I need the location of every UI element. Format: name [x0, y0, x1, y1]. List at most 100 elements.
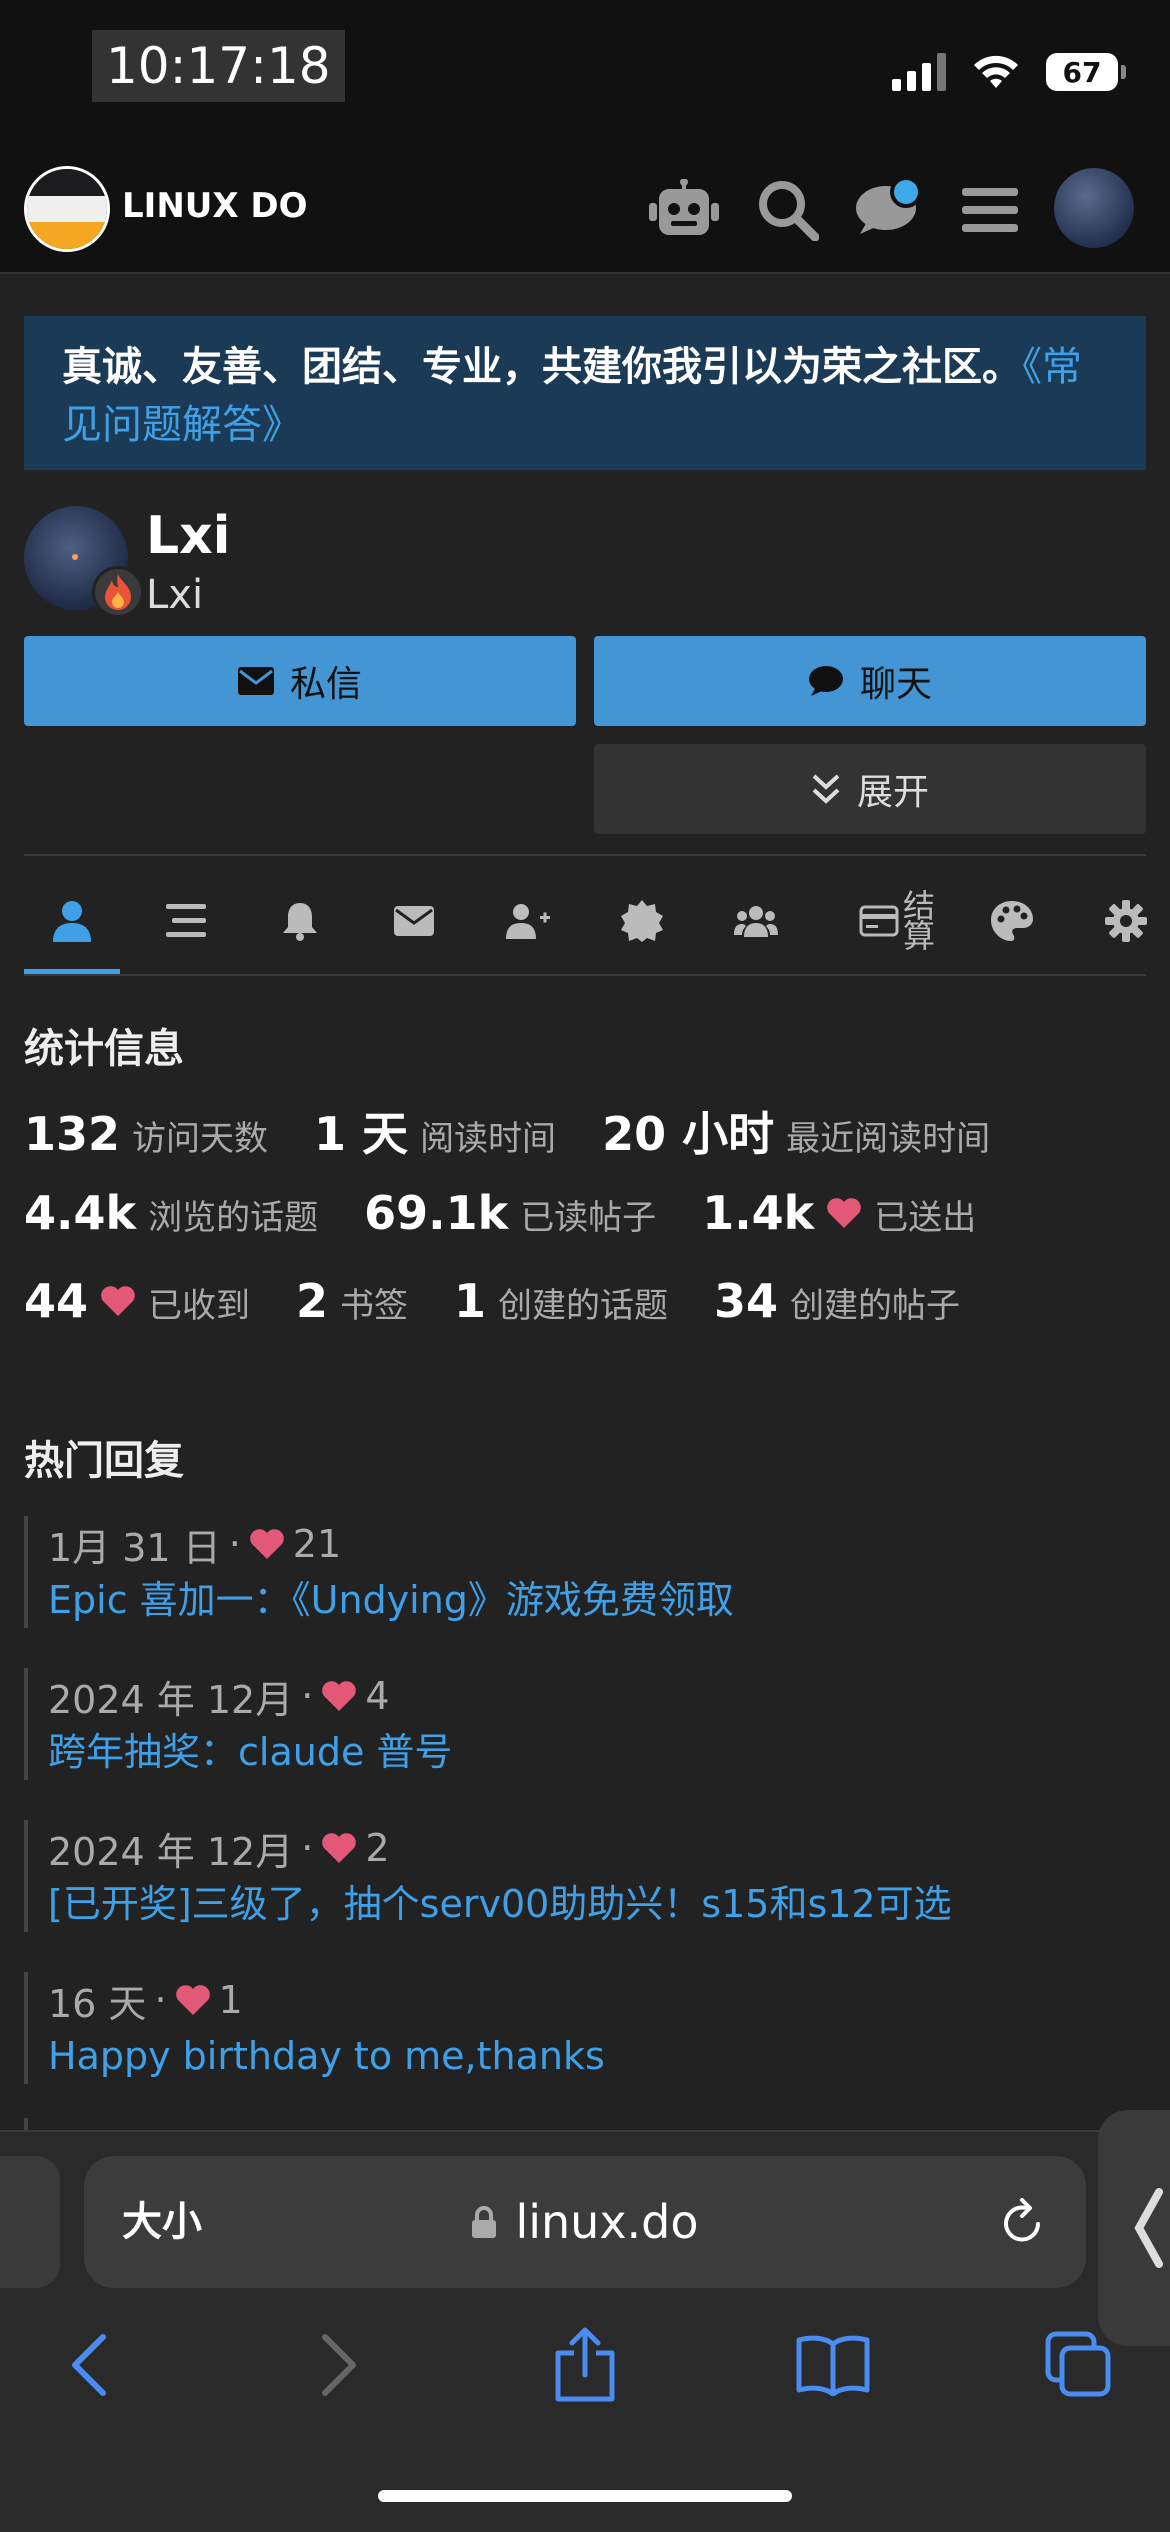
stat-label: 已收到: [148, 1286, 251, 1326]
book-icon: [796, 2335, 870, 2396]
current-user-avatar[interactable]: [1054, 168, 1134, 248]
share-button[interactable]: [540, 2320, 630, 2410]
tab-groups[interactable]: [708, 868, 804, 974]
top-replies-title: 热门回复: [24, 1438, 184, 1484]
reply-meta: 1月 31 日 · 21: [48, 1516, 1146, 1572]
gear-icon: [1105, 900, 1147, 942]
reply-date: 1月 31 日: [48, 1525, 221, 1570]
home-indicator: [378, 2490, 792, 2502]
heart-icon: [322, 1681, 357, 1711]
reply-title-link[interactable]: 跨年抽奖：claude 普号: [48, 1724, 1146, 1780]
url-display[interactable]: linux.do: [84, 2156, 1086, 2288]
heart-icon: [322, 1833, 357, 1863]
reply-title-link[interactable]: Epic 喜加一：《Undying》游戏免费领取: [48, 1572, 1146, 1628]
stat-recent-read-time: 20 小时 最近阅读时间: [602, 1098, 990, 1164]
bookmarks-button[interactable]: [788, 2320, 878, 2410]
tab-themes[interactable]: [964, 868, 1060, 974]
battery-icon: 67: [1046, 53, 1126, 91]
stat-value: 34: [714, 1274, 779, 1328]
wifi-icon: [974, 55, 1018, 88]
site-header: LINUX DO: [0, 150, 1170, 274]
reply-date: 16 天: [48, 1981, 147, 2026]
stat-value: 2: [296, 1274, 329, 1328]
site-title[interactable]: LINUX DO: [122, 186, 308, 226]
stat-label: 已送出: [874, 1198, 977, 1238]
banner-text: 真诚、友善、团结、专业，共建你我引以为荣之社区。: [62, 344, 1022, 390]
stat-topics-viewed: 4.4k 浏览的话题: [24, 1186, 318, 1240]
share-icon: [555, 2327, 615, 2402]
reply-title-link[interactable]: Happy birthday to me,thanks: [48, 2028, 1146, 2084]
badge-certificate-icon: [621, 900, 663, 942]
cellular-signal-icon: [892, 53, 946, 91]
chat-button[interactable]: 聊天: [594, 636, 1146, 726]
stat-value: 69.1k: [364, 1186, 509, 1240]
profile-name: Lxi: [146, 506, 231, 566]
stat-value: 1: [454, 1274, 487, 1328]
tab-messages[interactable]: [366, 868, 462, 974]
chevron-right-icon: [322, 2334, 356, 2396]
stats-title: 统计信息: [24, 1026, 184, 1072]
heart-icon: [175, 1985, 210, 2015]
reply-item-partial: [24, 2118, 1146, 2130]
hamburger-menu-icon[interactable]: [952, 172, 1028, 248]
previous-tab-preview[interactable]: [0, 2156, 60, 2288]
tab-notifications[interactable]: [252, 868, 348, 974]
stat-value: 4.4k: [24, 1186, 137, 1240]
tab-summary[interactable]: [24, 868, 120, 974]
site-logo[interactable]: [24, 166, 110, 252]
tabs-button[interactable]: [1034, 2320, 1124, 2410]
chat-unread-badge: [890, 176, 922, 208]
address-bar[interactable]: 大小 linux.do: [84, 2156, 1086, 2288]
stats-row-2: 4.4k 浏览的话题 69.1k 已读帖子 1.4k 已送出: [24, 1186, 976, 1240]
search-icon[interactable]: [750, 172, 826, 248]
stat-label: 浏览的话题: [148, 1198, 319, 1238]
stat-value: 1.4k: [702, 1186, 815, 1240]
expand-button[interactable]: 展开: [594, 744, 1146, 834]
tab-preferences[interactable]: [1078, 868, 1170, 974]
tab-invites[interactable]: [480, 868, 576, 974]
reply-title-link[interactable]: [已开奖]三级了，抽个serv00助助兴！s15和s12可选: [48, 1876, 1146, 1932]
expand-button-label: 展开: [856, 772, 929, 813]
tab-settlement[interactable]: 结算: [842, 868, 952, 974]
reply-likes: 1: [218, 1978, 243, 2022]
users-icon: [734, 906, 778, 937]
credit-card-icon: [859, 905, 899, 937]
reply-meta: 2024 年 12月 · 2: [48, 1820, 1146, 1876]
stat-topics-created: 1 创建的话题: [454, 1274, 668, 1328]
stat-bookmarks: 2 书签: [296, 1274, 408, 1328]
envelope-icon: [394, 906, 434, 936]
stats-row-1: 132 访问天数 1 天阅读时间 20 小时 最近阅读时间: [24, 1098, 990, 1164]
forward-button[interactable]: [294, 2320, 384, 2410]
stat-days-visited: 132 访问天数: [24, 1107, 268, 1161]
back-button[interactable]: [44, 2320, 134, 2410]
heart-icon: [827, 1198, 862, 1228]
tab-activity[interactable]: [138, 868, 234, 974]
tabs-divider: [24, 974, 1146, 976]
reply-date: 2024 年 12月: [48, 1829, 294, 1874]
reply-date: 2024 年 12月: [48, 1677, 294, 1722]
stat-posts-read: 69.1k 已读帖子: [364, 1186, 656, 1240]
ai-bot-icon[interactable]: [646, 172, 722, 248]
reply-item: 1月 31 日 · 21 Epic 喜加一：《Undying》游戏免费领取: [24, 1516, 1146, 1628]
status-time: 10:17:18: [92, 30, 345, 102]
stat-label: 创建的帖子: [790, 1286, 961, 1326]
lock-icon: [472, 2206, 497, 2238]
stat-value: 1 天: [314, 1107, 409, 1161]
fire-flair-icon: [92, 566, 144, 618]
url-text: linux.do: [515, 2195, 699, 2249]
stat-value: 44: [24, 1274, 89, 1328]
profile-tabs: 结算: [24, 868, 1170, 974]
tab-badges[interactable]: [594, 868, 690, 974]
reload-icon[interactable]: [1000, 2198, 1046, 2246]
stat-label: 最近阅读时间: [786, 1119, 991, 1159]
tab-settlement-label-2: 算: [902, 917, 935, 955]
stat-label: 书签: [340, 1286, 409, 1326]
profile-divider: [24, 854, 1146, 856]
stat-label: 创建的话题: [498, 1286, 669, 1326]
message-button[interactable]: 私信: [24, 636, 576, 726]
welcome-banner: 真诚、友善、团结、专业，共建你我引以为荣之社区。《常见问题解答》: [24, 316, 1146, 470]
next-tab-preview[interactable]: [1098, 2110, 1170, 2346]
stat-value: 132: [24, 1107, 121, 1161]
tabs-overview-icon: [1045, 2331, 1111, 2397]
chat-icon[interactable]: [848, 172, 924, 248]
